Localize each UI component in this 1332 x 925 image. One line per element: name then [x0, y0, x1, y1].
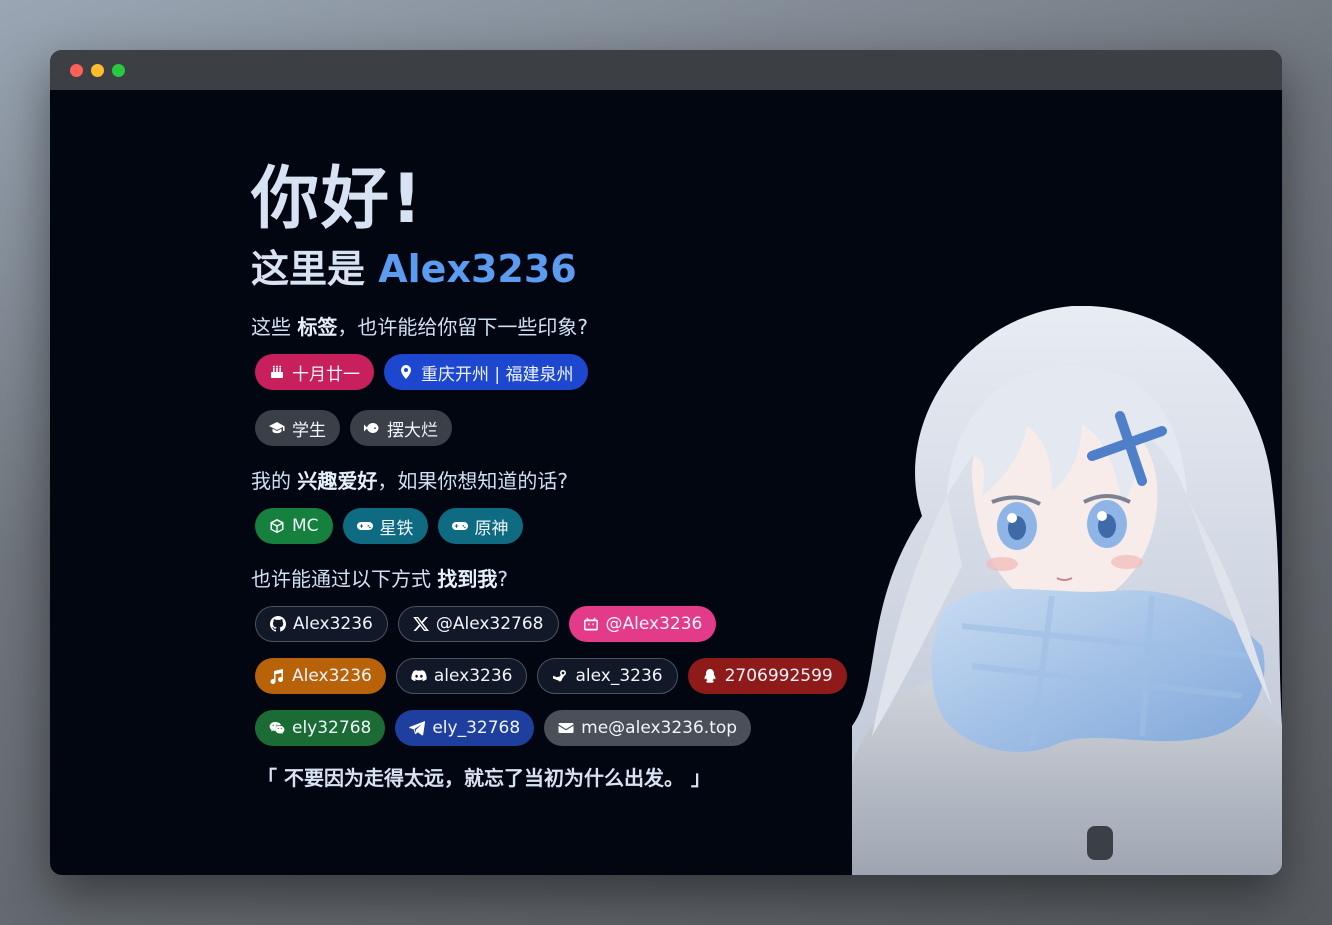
minimize-window-button[interactable]	[91, 63, 104, 77]
contact-label: alex_3236	[575, 666, 663, 686]
greeting-heading: 你好!	[251, 160, 425, 239]
hobby-q-prefix: 我的	[251, 469, 298, 493]
anime-avatar-illustration	[852, 306, 1282, 875]
contact-label: @Alex3236	[605, 614, 703, 634]
contact-label: 2706992599	[724, 666, 833, 686]
contact-bilibili[interactable]: @Alex3236	[568, 606, 717, 642]
tags-q-suffix: ，也许能给你留下一些印象?	[337, 315, 588, 339]
music-note-icon	[270, 669, 283, 684]
contact-telegram[interactable]: ely_32768	[395, 710, 535, 746]
contact-label: Alex3236	[292, 666, 372, 686]
github-icon	[270, 616, 286, 632]
hobby-list: MC 星铁 原神	[255, 508, 845, 544]
hobby-question: 我的 兴趣爱好，如果你想知道的话?	[251, 468, 871, 494]
tag-birthday: 十月廿一	[255, 354, 374, 390]
contact-q-prefix: 也许能通过以下方式	[251, 567, 438, 591]
tag-student: 学生	[255, 410, 340, 446]
intro-prefix: 这里是	[251, 247, 379, 291]
contact-steam[interactable]: alex_3236	[537, 658, 678, 694]
cake-icon	[271, 365, 283, 378]
contact-q-suffix: ?	[497, 567, 508, 591]
contact-label: ely_32768	[432, 718, 521, 738]
hobby-q-suffix: ，如果你想知道的话?	[377, 469, 568, 493]
hobby-mc: MC	[255, 508, 333, 544]
tag-label: 摆大烂	[387, 420, 438, 441]
contact-qq[interactable]: 2706992599	[687, 658, 847, 694]
page-content: 你好! 这里是 Alex3236 这些 标签，也许能给你留下一些印象? 十月廿一…	[50, 90, 1282, 875]
motto-quote: 「 不要因为走得太远，就忘了当初为什么出发。 」	[257, 766, 711, 790]
gamepad-icon	[356, 522, 373, 530]
tags-question: 这些 标签，也许能给你留下一些印象?	[251, 314, 871, 340]
fish-icon	[364, 423, 379, 433]
contact-question: 也许能通过以下方式 找到我?	[251, 566, 871, 592]
contact-label: @Alex32768	[435, 614, 544, 634]
hobby-q-bold: 兴趣爱好	[297, 469, 378, 493]
discord-icon	[411, 670, 427, 682]
hobby-label: 星铁	[379, 518, 414, 539]
tag-list: 十月廿一 重庆开州 | 福建泉州 学生 摆大烂	[255, 354, 845, 446]
wechat-icon	[269, 722, 285, 734]
username: Alex3236	[378, 247, 577, 291]
intro-heading: 这里是 Alex3236	[251, 246, 871, 292]
gamepad-icon	[451, 522, 468, 530]
contact-x[interactable]: @Alex32768	[397, 606, 559, 642]
close-window-button[interactable]	[70, 63, 83, 77]
contact-discord[interactable]: alex3236	[395, 658, 528, 694]
hobby-label: MC	[292, 516, 319, 536]
title-bar	[50, 50, 1282, 90]
tags-q-prefix: 这些	[251, 315, 298, 339]
graduation-cap-icon	[269, 422, 285, 434]
bilibili-icon	[583, 617, 598, 631]
contact-wechat[interactable]: ely32768	[255, 710, 386, 746]
contact-q-bold: 找到我	[437, 567, 498, 591]
hobby-starrail: 星铁	[342, 508, 428, 544]
tag-slacker: 摆大烂	[350, 410, 452, 446]
cube-icon	[270, 519, 284, 533]
intro-column: 你好! 这里是 Alex3236 这些 标签，也许能给你留下一些印象? 十月廿一…	[251, 160, 871, 792]
browser-window: 你好! 这里是 Alex3236 这些 标签，也许能给你留下一些印象? 十月廿一…	[50, 50, 1282, 875]
tag-label: 学生	[292, 420, 326, 441]
contact-label: me@alex3236.top	[581, 718, 738, 738]
contact-github[interactable]: Alex3236	[255, 606, 388, 642]
steam-icon	[553, 670, 567, 682]
contact-music[interactable]: Alex3236	[255, 658, 386, 694]
tag-label: 十月廿一	[292, 364, 360, 385]
contact-email[interactable]: me@alex3236.top	[544, 710, 752, 746]
contact-label: ely32768	[292, 718, 372, 738]
tags-q-bold: 标签	[297, 315, 338, 339]
contact-label: alex3236	[433, 666, 513, 686]
hobby-label: 原神	[474, 518, 509, 539]
contact-label: Alex3236	[293, 614, 373, 634]
hobby-genshin: 原神	[437, 508, 523, 544]
contact-list: Alex3236 @Alex32768 @Alex3236 Alex3236 a…	[255, 606, 855, 746]
location-pin-icon	[401, 365, 411, 379]
tag-label: 重庆开州 | 福建泉州	[421, 364, 574, 385]
maximize-window-button[interactable]	[112, 63, 125, 77]
tag-location: 重庆开州 | 福建泉州	[384, 354, 588, 390]
envelope-icon	[558, 723, 574, 733]
telegram-icon	[409, 721, 426, 736]
x-twitter-icon	[413, 617, 429, 631]
qq-icon	[704, 669, 716, 683]
